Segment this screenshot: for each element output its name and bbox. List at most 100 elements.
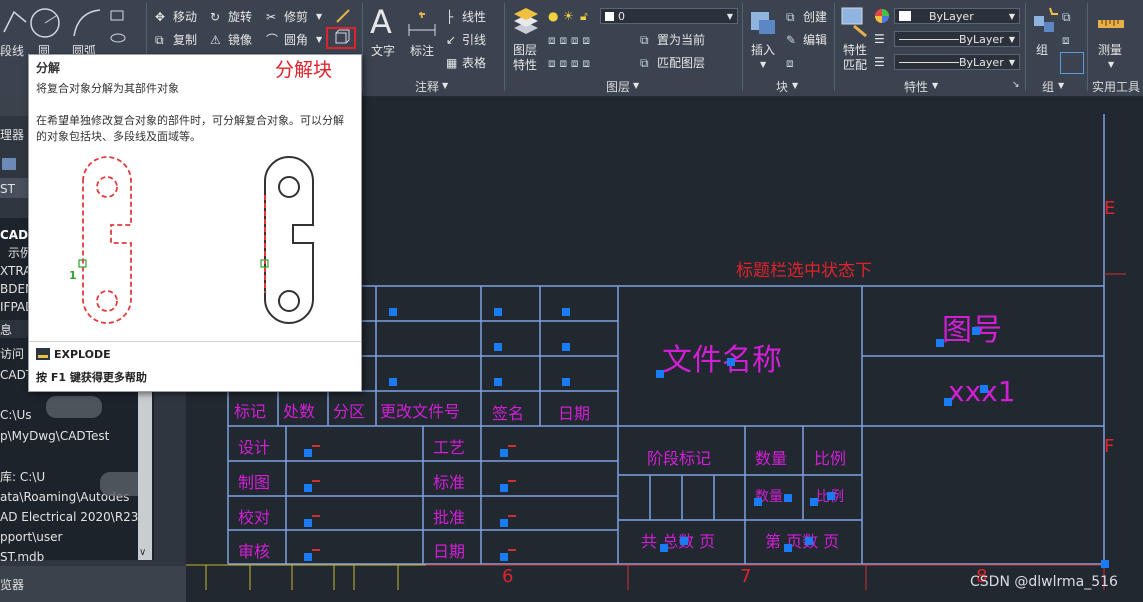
selection-grip[interactable] (1101, 560, 1109, 568)
selection-grip[interactable] (389, 308, 397, 316)
measure-button[interactable]: 测量 (1098, 43, 1122, 57)
linetype-dropdown[interactable]: ByLayer ▼ (894, 31, 1020, 47)
selection-grip[interactable] (980, 385, 988, 393)
scroll-down-icon[interactable]: ∨ (139, 546, 146, 560)
block-attribute-icon[interactable]: ⧈ (786, 56, 794, 70)
match-layer-icon[interactable]: ⧉ (640, 56, 649, 70)
mirror-button[interactable]: 镜像 (228, 33, 252, 47)
layer-on-icon[interactable]: ● (548, 9, 558, 23)
group-select-toggle[interactable] (1060, 52, 1084, 74)
selection-grip[interactable] (936, 339, 944, 347)
move-icon[interactable]: ✥ (155, 10, 165, 24)
ungroup-icon[interactable]: ⧉ (1062, 10, 1071, 24)
fillet-icon[interactable]: ⌒ (266, 33, 278, 47)
group-button[interactable]: 组 (1036, 43, 1048, 57)
selection-grip[interactable] (500, 449, 508, 457)
layer-lock-icon[interactable]: 🔓︎ (580, 9, 588, 23)
dimension-button[interactable]: 标注 (410, 44, 434, 58)
selection-grip[interactable] (494, 378, 502, 386)
selection-grip[interactable] (304, 553, 312, 561)
copy-button[interactable]: 复制 (173, 33, 197, 47)
layer-dropdown[interactable]: 0 ▼ (600, 8, 738, 24)
selection-grip[interactable] (494, 308, 502, 316)
linetype-dropdown-arrow-icon[interactable]: ▼ (1009, 32, 1015, 48)
selection-grip[interactable] (827, 492, 835, 500)
erase-icon[interactable] (334, 8, 352, 24)
explode-icon[interactable] (328, 29, 354, 47)
selection-grip[interactable] (680, 537, 688, 545)
project-name[interactable]: ST (0, 182, 15, 196)
utilities-group-label[interactable]: 实用工具 (1092, 78, 1140, 95)
rotate-icon[interactable]: ↻ (210, 10, 220, 24)
detail-scrollbar[interactable] (138, 392, 152, 560)
table-icon[interactable]: ▦ (446, 56, 457, 70)
create-block-icon[interactable]: ⧉ (786, 10, 795, 24)
selection-grip[interactable] (562, 308, 570, 316)
set-current-icon[interactable]: ⧉ (640, 33, 649, 47)
properties-group-label[interactable]: 特性 (904, 78, 928, 95)
color-dropdown[interactable]: ByLayer ▼ (894, 8, 1020, 24)
text-button[interactable]: 文字 (371, 44, 395, 58)
leader-button[interactable]: 引线 (462, 33, 486, 47)
layer-properties-icon[interactable] (510, 6, 542, 36)
selection-grip[interactable] (805, 537, 813, 545)
polyline-icon[interactable] (2, 6, 28, 36)
selection-grip[interactable] (660, 544, 668, 552)
selection-grip[interactable] (304, 519, 312, 527)
rectangle-icon[interactable] (110, 10, 126, 22)
groups-group-label[interactable]: 组 (1042, 78, 1054, 95)
layer-tool-icon-1[interactable]: ⧈ ⧈ ⧈ ⧈ (548, 33, 590, 47)
trim-icon[interactable]: ✂ (266, 10, 276, 24)
ellipse-icon[interactable] (110, 32, 126, 44)
dimension-icon[interactable] (405, 8, 439, 40)
insert-dropdown-icon[interactable]: ▼ (760, 58, 766, 72)
selection-grip[interactable] (784, 544, 792, 552)
set-current-button[interactable]: 置为当前 (657, 33, 705, 47)
layer-tool-icon-2[interactable]: ⧈ ⧈ ⧈ ⧈ (548, 56, 590, 70)
linetype-icon[interactable]: ☰ (874, 32, 885, 46)
text-icon[interactable]: A (370, 4, 392, 40)
panel-tool-icon[interactable] (2, 158, 16, 170)
match-properties-label-2[interactable]: 匹配 (843, 58, 867, 72)
selection-grip[interactable] (494, 343, 502, 351)
fillet-dropdown-icon[interactable]: ▼ (316, 33, 322, 47)
selection-grip[interactable] (304, 484, 312, 492)
annotation-group-label[interactable]: 注释 (415, 78, 439, 95)
insert-block-icon[interactable] (747, 6, 779, 38)
edit-block-button[interactable]: 编辑 (803, 33, 827, 47)
arc-icon[interactable] (70, 6, 104, 40)
layer-properties-label-2[interactable]: 特性 (513, 58, 537, 72)
lineweight-icon[interactable]: ☰ (874, 55, 885, 69)
selection-grip[interactable] (562, 343, 570, 351)
layers-group-label[interactable]: 图层 (606, 78, 630, 95)
mirror-icon[interactable]: ⚠ (210, 33, 221, 47)
selection-grip[interactable] (656, 370, 664, 378)
block-expand-icon[interactable]: ▼ (792, 79, 798, 93)
move-button[interactable]: 移动 (173, 10, 197, 24)
measure-icon[interactable] (1096, 12, 1126, 36)
annotation-expand-icon[interactable]: ▼ (442, 79, 448, 93)
layer-dropdown-arrow-icon[interactable]: ▼ (727, 9, 733, 25)
linear-icon[interactable]: ├ (446, 10, 453, 24)
copy-icon[interactable]: ⧉ (155, 33, 164, 47)
circle-icon[interactable] (28, 6, 62, 40)
selection-grip[interactable] (784, 494, 792, 502)
tree-item[interactable]: XTRA (0, 264, 31, 278)
selection-grip[interactable] (389, 378, 397, 386)
create-block-button[interactable]: 创建 (803, 10, 827, 24)
lineweight-dropdown[interactable]: ByLayer ▼ (894, 54, 1020, 70)
selection-grip[interactable] (727, 358, 735, 366)
leader-icon[interactable]: ↙ (446, 33, 456, 47)
rotate-button[interactable]: 旋转 (228, 10, 252, 24)
match-layer-button[interactable]: 匹配图层 (657, 56, 705, 70)
groups-expand-icon[interactable]: ▼ (1058, 79, 1064, 93)
color-dropdown-arrow-icon[interactable]: ▼ (1009, 9, 1015, 25)
layers-expand-icon[interactable]: ▼ (633, 79, 639, 93)
block-group-label[interactable]: 块 (776, 78, 788, 95)
trim-dropdown-icon[interactable]: ▼ (316, 10, 322, 24)
linear-button[interactable]: 线性 (462, 10, 486, 24)
insert-button[interactable]: 插入 (751, 43, 775, 57)
measure-dropdown-icon[interactable]: ▼ (1108, 58, 1114, 72)
explode-highlight[interactable] (326, 27, 356, 49)
polyline-label[interactable]: 段线 (0, 44, 24, 58)
